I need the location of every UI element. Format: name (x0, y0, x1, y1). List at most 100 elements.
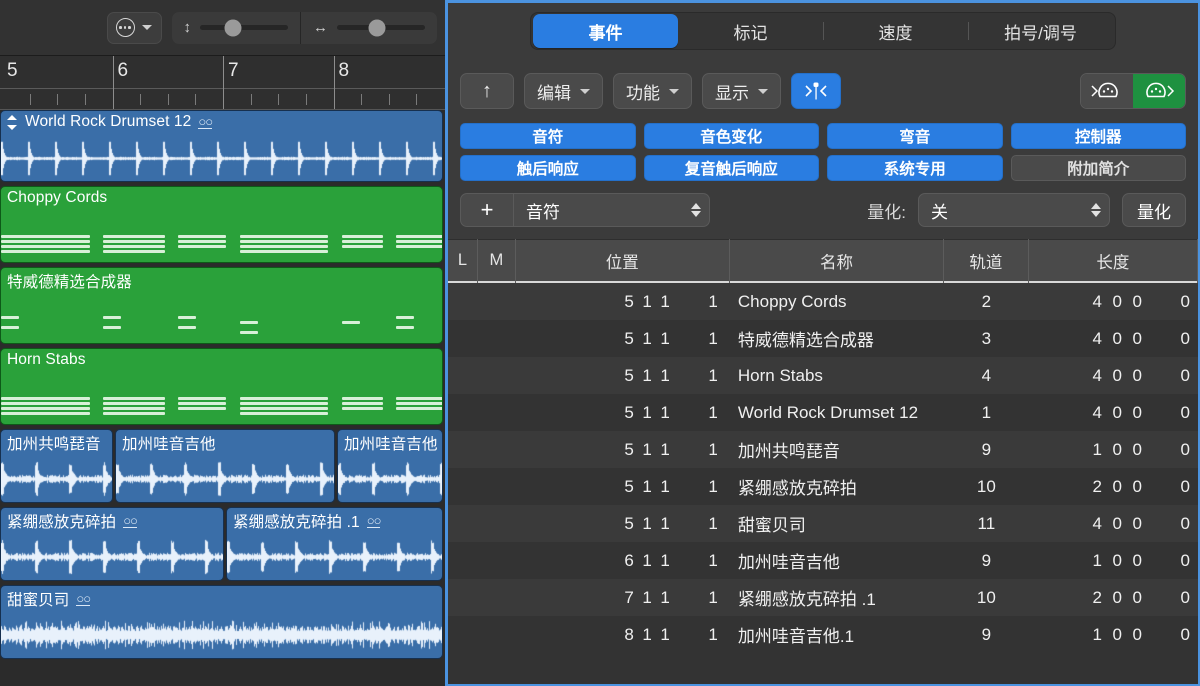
view-menu-button[interactable]: 显示 (702, 73, 781, 109)
table-row[interactable]: 5 1 1 1 紧绷感放克碎拍 10 2 0 0 0 (448, 468, 1198, 505)
table-row[interactable]: 5 1 1 1 甜蜜贝司 11 4 0 0 0 (448, 505, 1198, 542)
cell-name[interactable]: 特威德精选合成器 (730, 320, 944, 357)
cell-mute[interactable] (478, 579, 516, 616)
tab-3[interactable]: 拍号/调号 (968, 14, 1113, 48)
cell-position[interactable]: 5111 (516, 505, 730, 542)
add-event-button[interactable]: + (460, 193, 514, 227)
cell-position[interactable]: 8111 (516, 616, 730, 653)
cell-lock[interactable] (448, 357, 478, 394)
cell-lock[interactable] (448, 320, 478, 357)
cell-track[interactable]: 10 (944, 468, 1029, 505)
column-header-1[interactable]: M (478, 238, 516, 283)
table-row[interactable]: 5 1 1 1 Choppy Cords 2 4 0 0 0 (448, 283, 1198, 320)
region-midi[interactable]: Horn Stabs (0, 348, 443, 425)
cell-track[interactable]: 9 (944, 616, 1029, 653)
column-header-5[interactable]: 长度 (1029, 238, 1198, 283)
column-header-0[interactable]: L (448, 238, 478, 283)
column-header-3[interactable]: 名称 (730, 238, 945, 283)
bar-ruler[interactable]: 5 6 7 8 (0, 56, 445, 110)
cell-mute[interactable] (478, 431, 516, 468)
cell-track[interactable]: 9 (944, 542, 1029, 579)
cell-name[interactable]: Horn Stabs (730, 357, 944, 394)
quantize-select[interactable]: 关 (918, 193, 1110, 227)
cell-mute[interactable] (478, 320, 516, 357)
horizontal-zoom-control[interactable]: ↔ (300, 11, 437, 44)
cell-length[interactable]: 4000 (1029, 283, 1198, 320)
cell-name[interactable]: Choppy Cords (730, 283, 944, 320)
cell-name[interactable]: 加州哇音吉他.1 (730, 616, 944, 653)
cell-length[interactable]: 4000 (1029, 505, 1198, 542)
cell-length[interactable]: 1000 (1029, 431, 1198, 468)
cell-length[interactable]: 1000 (1029, 616, 1198, 653)
functions-menu-button[interactable]: 功能 (613, 73, 692, 109)
cell-mute[interactable] (478, 357, 516, 394)
midi-in-button[interactable] (1081, 74, 1133, 108)
filter-button-5[interactable]: 复音触后响应 (643, 155, 819, 181)
column-header-2[interactable]: 位置 (516, 238, 730, 283)
cell-name[interactable]: 加州共鸣琵音 (730, 431, 944, 468)
cell-position[interactable]: 6111 (516, 542, 730, 579)
cell-name[interactable]: 紧绷感放克碎拍 .1 (730, 579, 944, 616)
cell-length[interactable]: 4000 (1029, 320, 1198, 357)
region-audio[interactable]: 加州哇音吉他 (115, 429, 335, 503)
cell-lock[interactable] (448, 394, 478, 431)
filter-button-2[interactable]: 弯音 (827, 123, 1003, 149)
filter-button-6[interactable]: 系统专用 (827, 155, 1003, 181)
cell-mute[interactable] (478, 283, 516, 320)
cell-name[interactable]: 加州哇音吉他 (730, 542, 944, 579)
table-row[interactable]: 5 1 1 1 World Rock Drumset 12 1 4 0 0 0 (448, 394, 1198, 431)
region-audio[interactable]: 加州哇音吉他 (337, 429, 443, 503)
cell-mute[interactable] (478, 468, 516, 505)
cell-lock[interactable] (448, 431, 478, 468)
filter-button-3[interactable]: 控制器 (1010, 123, 1186, 149)
cell-length[interactable]: 2000 (1029, 579, 1198, 616)
cell-track[interactable]: 1 (944, 394, 1029, 431)
cell-lock[interactable] (448, 616, 478, 653)
region-audio[interactable]: 紧绷感放克碎拍 .1 ○○ (226, 507, 443, 581)
table-row[interactable]: 5 1 1 1 加州共鸣琵音 9 1 0 0 0 (448, 431, 1198, 468)
cell-mute[interactable] (478, 616, 516, 653)
region-audio[interactable]: 甜蜜贝司 ○○ (0, 585, 443, 659)
tab-0[interactable]: 事件 (533, 14, 678, 48)
filter-button-7[interactable]: 附加简介 (1010, 155, 1186, 181)
cell-mute[interactable] (478, 505, 516, 542)
quantize-button[interactable]: 量化 (1122, 193, 1186, 227)
cell-lock[interactable] (448, 505, 478, 542)
table-row[interactable]: 7 1 1 1 紧绷感放克碎拍 .1 10 2 0 0 0 (448, 579, 1198, 616)
event-table-body[interactable]: 5 1 1 1 Choppy Cords 2 4 0 0 0 5 1 1 1 特威德精选合成器 3 4 0 0 0 5 1… (448, 283, 1198, 684)
cell-track[interactable]: 9 (944, 431, 1029, 468)
cell-lock[interactable] (448, 542, 478, 579)
region-audio[interactable]: 加州共鸣琵音 (0, 429, 113, 503)
event-type-select[interactable]: 音符 (514, 193, 710, 227)
cell-position[interactable]: 7111 (516, 579, 730, 616)
edit-menu-button[interactable]: 编辑 (524, 73, 603, 109)
vertical-zoom-knob[interactable] (224, 19, 242, 36)
cell-length[interactable]: 4000 (1029, 394, 1198, 431)
cell-lock[interactable] (448, 283, 478, 320)
cell-length[interactable]: 2000 (1029, 468, 1198, 505)
horizontal-zoom-slider[interactable] (337, 19, 425, 36)
tab-2[interactable]: 速度 (823, 14, 968, 48)
table-row[interactable]: 5 1 1 1 特威德精选合成器 3 4 0 0 0 (448, 320, 1198, 357)
midi-out-button[interactable] (1133, 74, 1185, 108)
cell-track[interactable]: 11 (944, 505, 1029, 542)
hierarchy-up-button[interactable]: ↑ (460, 73, 514, 109)
column-header-4[interactable]: 轨道 (944, 238, 1029, 283)
cell-position[interactable]: 5111 (516, 283, 730, 320)
region-midi[interactable]: 特威德精选合成器 (0, 267, 443, 344)
cell-name[interactable]: 紧绷感放克碎拍 (730, 468, 944, 505)
region-midi[interactable]: Choppy Cords (0, 186, 443, 263)
filter-button-1[interactable]: 音色变化 (643, 123, 819, 149)
filter-button-0[interactable]: 音符 (460, 123, 636, 149)
cell-position[interactable]: 5111 (516, 357, 730, 394)
catch-mode-button[interactable] (106, 11, 162, 44)
cell-length[interactable]: 4000 (1029, 357, 1198, 394)
track-lanes[interactable]: World Rock Drumset 12 ○○ Choppy Cords 特威德精选… (0, 110, 445, 686)
tab-1[interactable]: 标记 (678, 14, 823, 48)
midi-in-out-button[interactable] (791, 73, 841, 109)
cell-position[interactable]: 5111 (516, 394, 730, 431)
vertical-zoom-control[interactable]: ↕ (172, 12, 301, 44)
cell-position[interactable]: 5111 (516, 320, 730, 357)
cell-lock[interactable] (448, 468, 478, 505)
cell-position[interactable]: 5111 (516, 468, 730, 505)
